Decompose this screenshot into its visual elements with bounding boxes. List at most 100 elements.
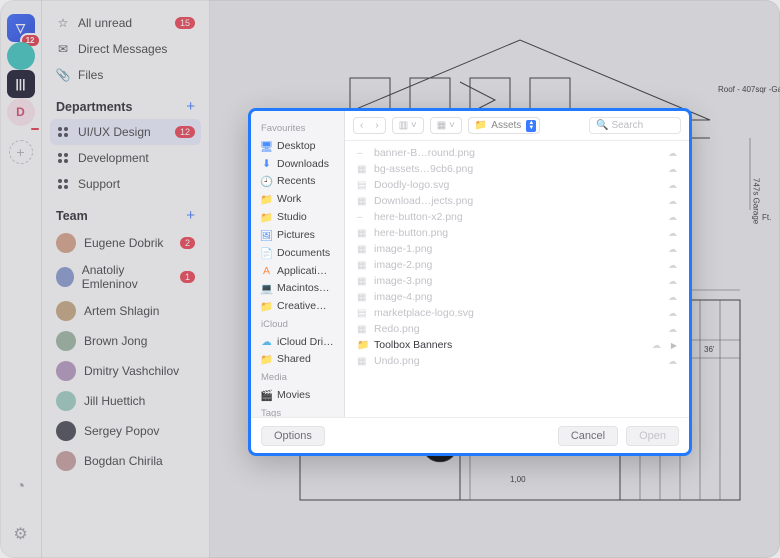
finder-item-label: Shared bbox=[277, 353, 311, 365]
file-icon: ▦ bbox=[357, 244, 368, 255]
file-list[interactable]: –banner-B…round.png ☁ ▦ bg-assets…9cb6.png ☁… bbox=[345, 141, 689, 417]
location-icon: 📁 bbox=[261, 353, 272, 366]
finder-item-label: Creative… bbox=[277, 300, 327, 312]
file-icon: ▦ bbox=[357, 228, 368, 239]
path-label: Assets bbox=[491, 120, 521, 131]
finder-item-macintos-[interactable]: 💻Macintos… bbox=[259, 279, 336, 297]
finder-item-work[interactable]: 📁Work bbox=[259, 190, 336, 208]
file-row[interactable]: ▦here-button.png☁ bbox=[345, 225, 689, 241]
finder-item-applicati-[interactable]: A Applicati… bbox=[259, 262, 336, 279]
file-icon: – bbox=[357, 148, 368, 159]
view-grid-button[interactable]: ▦ ˅ bbox=[430, 117, 462, 134]
finder-group-icloud: iCloud bbox=[259, 315, 336, 333]
finder-item-desktop[interactable]: 🖥Desktop bbox=[259, 137, 336, 155]
cloud-icon: ☁ bbox=[652, 340, 661, 351]
cloud-icon: ☁ bbox=[668, 148, 677, 159]
finder-item-label: iCloud Dri… bbox=[277, 336, 334, 348]
file-name: bg-assets…9cb6.png bbox=[374, 163, 473, 175]
cloud-icon: ☁ bbox=[668, 292, 677, 303]
finder-sidebar: Favourites🖥Desktop⬇Downloads🕘Recents📁Wor… bbox=[251, 111, 345, 417]
file-row[interactable]: –here-button-x2.png☁ bbox=[345, 209, 689, 225]
file-icon: ▦ bbox=[357, 324, 368, 335]
search-placeholder: Search bbox=[611, 120, 643, 131]
file-name: Download…jects.png bbox=[374, 195, 473, 207]
file-name: Redo.png bbox=[374, 323, 420, 335]
path-updown-icon: ▲▼ bbox=[526, 120, 536, 132]
nav-back-forward[interactable]: ‹› bbox=[353, 117, 386, 134]
file-name: Toolbox Banners bbox=[374, 339, 452, 351]
file-row[interactable]: ▦Undo.png☁ bbox=[345, 353, 689, 369]
chevron-right-icon: › bbox=[369, 118, 384, 133]
file-row[interactable]: ▦ Download…jects.png ☁ bbox=[345, 193, 689, 209]
finder-group-favourites: Favourites bbox=[259, 119, 336, 137]
location-icon: 🖥 bbox=[261, 140, 272, 153]
file-name: image-2.png bbox=[374, 259, 432, 271]
search-icon: 🔍 bbox=[596, 120, 608, 131]
file-open-dialog: Favourites🖥Desktop⬇Downloads🕘Recents📁Wor… bbox=[248, 108, 692, 456]
file-row[interactable]: 📁 Toolbox Banners ☁ ▶ bbox=[345, 337, 689, 353]
file-row[interactable]: ▦bg-assets…9cb6.png☁ bbox=[345, 161, 689, 177]
file-icon: 📁 bbox=[357, 340, 368, 351]
cancel-button[interactable]: Cancel bbox=[558, 426, 618, 446]
cloud-icon: ☁ bbox=[668, 276, 677, 287]
cloud-icon: ☁ bbox=[668, 212, 677, 223]
file-name: Doodly-logo.svg bbox=[374, 179, 449, 191]
location-icon: 📁 bbox=[261, 193, 272, 206]
finder-item-studio[interactable]: 📁 Studio bbox=[259, 208, 336, 226]
dialog-footer: Options Cancel Open bbox=[251, 417, 689, 453]
location-icon: 💻 bbox=[261, 282, 272, 295]
file-icon: ▤ bbox=[357, 180, 368, 191]
file-name: Undo.png bbox=[374, 355, 420, 367]
finder-item-label: Movies bbox=[277, 389, 310, 401]
file-row[interactable]: ▤ Doodly-logo.svg ☁ bbox=[345, 177, 689, 193]
file-name: marketplace-logo.svg bbox=[374, 307, 474, 319]
finder-item-label: Documents bbox=[277, 247, 330, 259]
options-button[interactable]: Options bbox=[261, 426, 325, 446]
file-icon: ▦ bbox=[357, 164, 368, 175]
file-name: image-4.png bbox=[374, 291, 432, 303]
finder-item-icloud-dri-[interactable]: ☁iCloud Dri… bbox=[259, 333, 336, 350]
location-icon: 🎬 bbox=[261, 389, 272, 402]
file-icon: ▦ bbox=[357, 196, 368, 207]
finder-item-movies[interactable]: 🎬 Movies bbox=[259, 386, 336, 404]
location-icon: 📁 bbox=[261, 300, 272, 313]
finder-item-pictures[interactable]: 🖼Pictures bbox=[259, 226, 336, 244]
finder-item-label: Applicati… bbox=[277, 265, 327, 277]
file-icon: ▦ bbox=[357, 356, 368, 367]
file-row[interactable]: ▦image-1.png☁ bbox=[345, 241, 689, 257]
file-name: here-button-x2.png bbox=[374, 211, 463, 223]
file-icon: ▦ bbox=[357, 292, 368, 303]
finder-group-media: Media bbox=[259, 368, 336, 386]
finder-item-recents[interactable]: 🕘Recents bbox=[259, 172, 336, 190]
file-name: banner-B…round.png bbox=[374, 147, 475, 159]
file-row[interactable]: ▦image-2.png☁ bbox=[345, 257, 689, 273]
cloud-icon: ☁ bbox=[668, 196, 677, 207]
file-name: image-1.png bbox=[374, 243, 432, 255]
file-icon: ▦ bbox=[357, 276, 368, 287]
cloud-icon: ☁ bbox=[668, 260, 677, 271]
path-selector[interactable]: 📁 Assets ▲▼ bbox=[468, 117, 540, 134]
location-icon: 🖼 bbox=[261, 229, 272, 242]
file-row[interactable]: ▦ image-4.png ☁ bbox=[345, 289, 689, 305]
chevron-right-icon: ▶ bbox=[671, 341, 677, 350]
finder-item-downloads[interactable]: ⬇Downloads bbox=[259, 155, 336, 172]
location-icon: A bbox=[261, 265, 272, 277]
file-name: image-3.png bbox=[374, 275, 432, 287]
finder-item-creative-[interactable]: 📁 Creative… bbox=[259, 297, 336, 315]
file-row[interactable]: ▦Redo.png☁ bbox=[345, 321, 689, 337]
file-row[interactable]: ▦ image-3.png ☁ bbox=[345, 273, 689, 289]
cloud-icon: ☁ bbox=[668, 180, 677, 191]
search-input[interactable]: 🔍 Search bbox=[589, 117, 681, 134]
finder-item-documents[interactable]: 📄Documents bbox=[259, 244, 336, 262]
location-icon: ⬇ bbox=[261, 158, 272, 170]
file-row[interactable]: –banner-B…round.png ☁ bbox=[345, 145, 689, 161]
folder-icon: 📁 bbox=[475, 120, 487, 131]
finder-group-tags: Tags bbox=[259, 404, 336, 417]
finder-item-label: Studio bbox=[277, 211, 307, 223]
file-row[interactable]: ▤marketplace-logo.svg☁ bbox=[345, 305, 689, 321]
open-button[interactable]: Open bbox=[626, 426, 679, 446]
finder-item-shared[interactable]: 📁 Shared bbox=[259, 350, 336, 368]
view-columns-button[interactable]: ▥ ˅ bbox=[392, 117, 424, 134]
location-icon: 📁 bbox=[261, 211, 272, 224]
finder-item-label: Recents bbox=[277, 175, 316, 187]
